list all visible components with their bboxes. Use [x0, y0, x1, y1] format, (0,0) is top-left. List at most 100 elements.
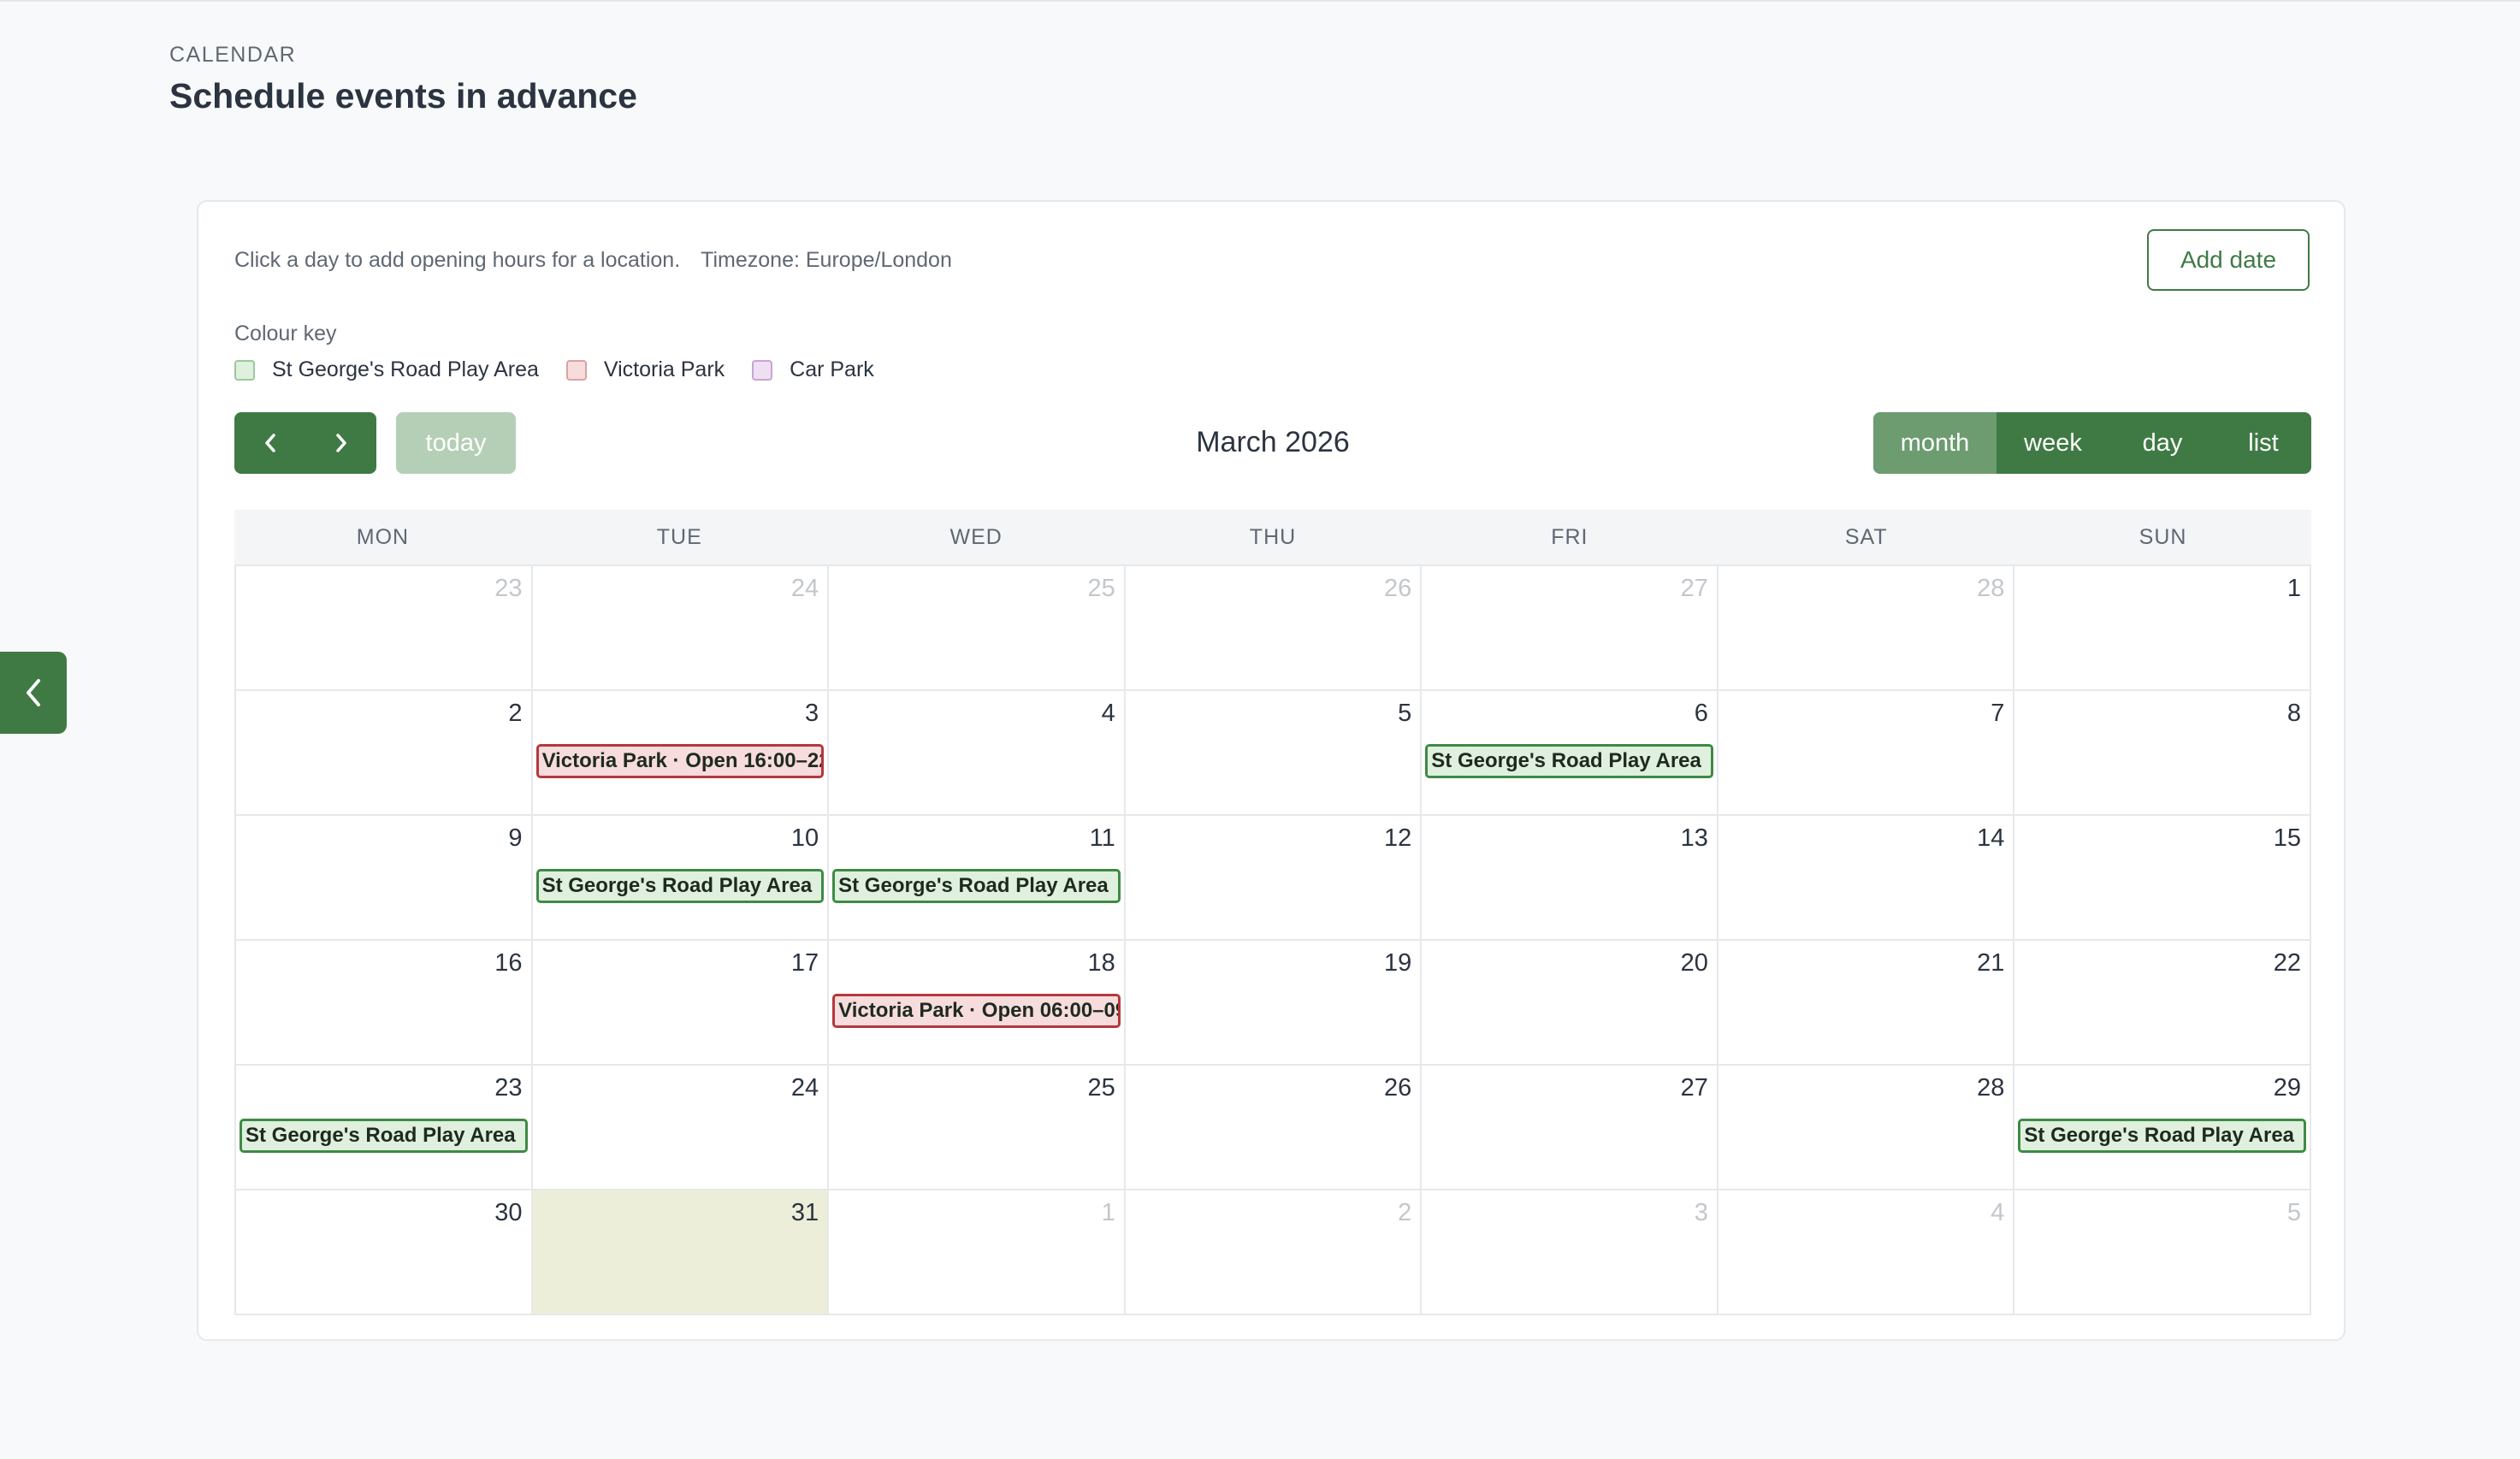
day-cell[interactable]: 10 St George's Road Play Area	[532, 816, 830, 941]
calendar-event[interactable]: St George's Road Play Area	[832, 869, 1121, 903]
day-number[interactable]: 3	[805, 700, 819, 728]
day-number[interactable]: 27	[1681, 1074, 1708, 1102]
day-cell[interactable]: 17	[532, 941, 830, 1066]
day-number[interactable]: 23	[494, 1074, 522, 1102]
calendar-event[interactable]: St George's Road Play Area	[2018, 1119, 2306, 1153]
day-cell[interactable]: 7	[1718, 691, 2015, 816]
day-number[interactable]: 5	[1398, 700, 1411, 728]
view-list-button[interactable]: list	[2215, 412, 2311, 474]
calendar-event[interactable]: Victoria Park · Open 06:00–09:00	[832, 994, 1121, 1028]
day-number[interactable]: 14	[1977, 824, 2004, 853]
day-cell[interactable]: 20	[1422, 941, 1718, 1066]
add-date-button[interactable]: Add date	[2147, 229, 2310, 291]
day-number[interactable]: 31	[791, 1199, 819, 1227]
day-number[interactable]: 25	[1087, 575, 1115, 603]
day-cell[interactable]: 22	[2014, 941, 2311, 1066]
day-cell[interactable]: 21	[1718, 941, 2015, 1066]
day-number[interactable]: 1	[1102, 1199, 1115, 1227]
day-number[interactable]: 2	[508, 700, 522, 728]
day-number[interactable]: 20	[1681, 949, 1708, 978]
day-cell[interactable]: 28	[1718, 1066, 2015, 1190]
day-cell[interactable]: 1	[2014, 566, 2311, 691]
day-number[interactable]: 27	[1681, 575, 1708, 603]
day-cell[interactable]: 3 Victoria Park · Open 16:00–22:00	[532, 691, 830, 816]
calendar-event[interactable]: St George's Road Play Area	[535, 869, 825, 903]
day-cell[interactable]: 27	[1422, 566, 1718, 691]
day-number[interactable]: 26	[1384, 1074, 1411, 1102]
day-cell[interactable]: 5	[2014, 1190, 2311, 1315]
day-cell[interactable]: 31	[532, 1190, 830, 1315]
day-number[interactable]: 4	[1102, 700, 1115, 728]
day-number[interactable]: 16	[494, 949, 522, 978]
day-cell[interactable]: 30	[236, 1190, 533, 1315]
day-cell[interactable]: 24	[532, 566, 830, 691]
day-cell[interactable]: 14	[1718, 816, 2015, 941]
day-cell[interactable]: 29 St George's Road Play Area	[2014, 1066, 2311, 1190]
day-cell[interactable]: 11 St George's Road Play Area	[829, 816, 1126, 941]
day-number[interactable]: 25	[1087, 1074, 1115, 1102]
day-number[interactable]: 15	[2274, 824, 2301, 853]
next-month-button[interactable]	[305, 412, 376, 474]
day-number[interactable]: 24	[791, 575, 819, 603]
calendar-event[interactable]: St George's Road Play Area	[1425, 744, 1713, 778]
day-cell[interactable]: 12	[1125, 816, 1423, 941]
day-cell[interactable]: 15	[2014, 816, 2311, 941]
day-number[interactable]: 21	[1977, 949, 2004, 978]
day-number[interactable]: 28	[1977, 575, 2004, 603]
view-day-button[interactable]: day	[2109, 412, 2215, 474]
day-number[interactable]: 1	[2287, 575, 2301, 603]
day-number[interactable]: 3	[1695, 1199, 1708, 1227]
day-number[interactable]: 4	[1991, 1199, 2004, 1227]
day-number[interactable]: 2	[1398, 1199, 1411, 1227]
day-cell[interactable]: 8	[2014, 691, 2311, 816]
day-number[interactable]: 17	[791, 949, 819, 978]
today-button[interactable]: today	[396, 412, 516, 474]
day-cell[interactable]: 23	[236, 566, 533, 691]
calendar-event[interactable]: Victoria Park · Open 16:00–22:00	[535, 744, 825, 778]
day-cell[interactable]: 6 St George's Road Play Area	[1422, 691, 1718, 816]
day-cell[interactable]: 19	[1125, 941, 1423, 1066]
day-cell[interactable]: 26	[1125, 566, 1423, 691]
day-number[interactable]: 23	[494, 575, 522, 603]
day-number[interactable]: 26	[1384, 575, 1411, 603]
day-cell[interactable]: 25	[829, 566, 1126, 691]
view-month-button[interactable]: month	[1873, 412, 1996, 474]
day-cell[interactable]: 5	[1125, 691, 1423, 816]
day-cell[interactable]: 2	[1125, 1190, 1423, 1315]
day-cell[interactable]: 18 Victoria Park · Open 06:00–09:00	[829, 941, 1126, 1066]
day-cell[interactable]: 13	[1422, 816, 1718, 941]
calendar-event[interactable]: St George's Road Play Area	[240, 1119, 528, 1153]
day-number[interactable]: 28	[1977, 1074, 2004, 1102]
day-number[interactable]: 19	[1384, 949, 1411, 978]
day-cell[interactable]: 24	[532, 1066, 830, 1190]
day-cell[interactable]: 26	[1125, 1066, 1423, 1190]
view-week-button[interactable]: week	[1996, 412, 2109, 474]
day-cell[interactable]: 2	[236, 691, 533, 816]
day-number[interactable]: 24	[791, 1074, 819, 1102]
day-cell[interactable]: 9	[236, 816, 533, 941]
day-number[interactable]: 10	[791, 824, 819, 853]
day-cell[interactable]: 16	[236, 941, 533, 1066]
day-cell[interactable]: 27	[1422, 1066, 1718, 1190]
day-number[interactable]: 12	[1384, 824, 1411, 853]
day-cell[interactable]: 4	[1718, 1190, 2015, 1315]
day-number[interactable]: 11	[1090, 824, 1115, 853]
day-number[interactable]: 9	[508, 824, 522, 853]
day-number[interactable]: 5	[2287, 1199, 2301, 1227]
day-number[interactable]: 8	[2287, 700, 2301, 728]
day-number[interactable]: 30	[494, 1199, 522, 1227]
day-cell[interactable]: 23 St George's Road Play Area	[236, 1066, 533, 1190]
day-number[interactable]: 18	[1087, 949, 1115, 978]
day-number[interactable]: 22	[2274, 949, 2301, 978]
day-number[interactable]: 29	[2274, 1074, 2301, 1102]
day-cell[interactable]: 4	[829, 691, 1126, 816]
day-number[interactable]: 13	[1681, 824, 1708, 853]
prev-month-button[interactable]	[234, 412, 305, 474]
day-number[interactable]: 6	[1695, 700, 1708, 728]
day-cell[interactable]: 1	[829, 1190, 1126, 1315]
day-cell[interactable]: 25	[829, 1066, 1126, 1190]
day-cell[interactable]: 28	[1718, 566, 2015, 691]
day-cell[interactable]: 3	[1422, 1190, 1718, 1315]
sidebar-toggle-button[interactable]	[0, 652, 67, 734]
day-number[interactable]: 7	[1991, 700, 2004, 728]
